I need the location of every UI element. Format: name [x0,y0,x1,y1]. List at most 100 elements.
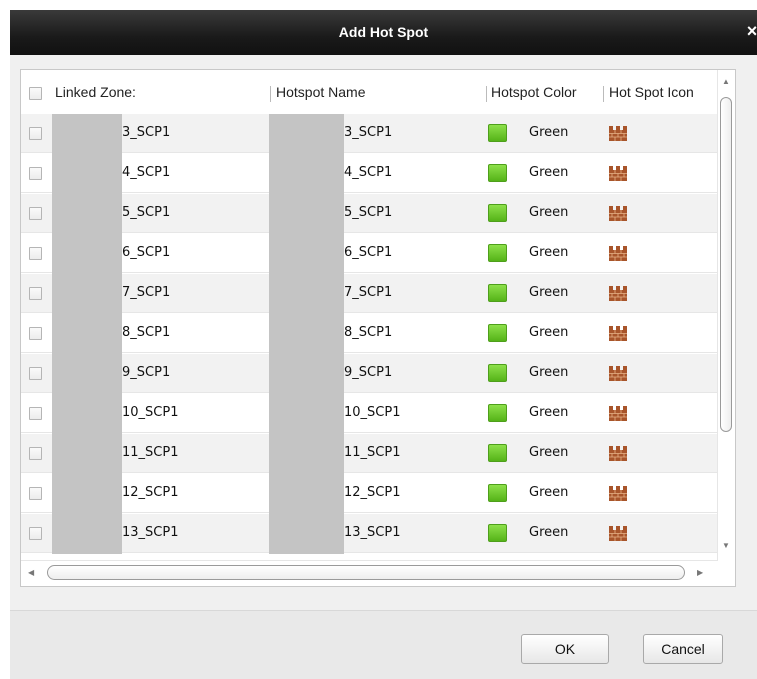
row-checkbox[interactable] [29,127,42,140]
brick-wall-icon[interactable] [609,286,627,301]
brick-wall-icon[interactable] [609,246,627,261]
redacted-zone-prefix [52,514,122,554]
row-checkbox[interactable] [29,247,42,260]
hotspot-name-cell: 12_SCP1 [344,485,401,500]
table-row[interactable]: 4_SCP1 4_SCP1 Green [21,154,727,194]
hotspot-color-cell: Green [529,365,569,380]
row-checkbox[interactable] [29,207,42,220]
table-row[interactable]: 11_SCP1 11_SCP1 Green [21,434,727,474]
green-swatch-icon[interactable] [488,124,507,142]
row-checkbox[interactable] [29,367,42,380]
vertical-scrollbar[interactable]: ▲ ▼ [717,70,735,560]
row-checkbox[interactable] [29,167,42,180]
table-row[interactable]: 6_SCP1 6_SCP1 Green [21,234,727,274]
green-swatch-icon[interactable] [488,324,507,342]
redacted-zone-prefix [52,154,122,194]
green-swatch-icon[interactable] [488,244,507,262]
table-row[interactable]: 8_SCP1 8_SCP1 Green [21,314,727,354]
table-row[interactable]: 7_SCP1 7_SCP1 Green [21,274,727,314]
green-swatch-icon[interactable] [488,284,507,302]
dialog-footer: OK Cancel [10,611,757,679]
horizontal-scroll-thumb[interactable] [47,565,685,580]
row-checkbox[interactable] [29,327,42,340]
redacted-name-prefix [269,474,344,514]
scroll-up-icon[interactable]: ▲ [722,78,730,86]
brick-wall-icon[interactable] [609,406,627,421]
redacted-name-prefix [269,514,344,554]
column-divider[interactable] [270,86,271,102]
table-row[interactable]: 9_SCP1 9_SCP1 Green [21,354,727,394]
linked-zone-cell: 11_SCP1 [122,445,179,460]
hotspot-table: Linked Zone: Hotspot Name Hotspot Color … [20,69,736,587]
column-header-hotspot-name[interactable]: Hotspot Name [276,70,365,114]
linked-zone-cell: 12_SCP1 [122,485,179,500]
brick-wall-icon[interactable] [609,166,627,181]
redacted-zone-prefix [52,434,122,474]
row-checkbox[interactable] [29,527,42,540]
select-all-checkbox[interactable] [29,87,42,100]
column-divider[interactable] [603,86,604,102]
green-swatch-icon[interactable] [488,404,507,422]
column-divider[interactable] [486,86,487,102]
redacted-name-prefix [269,154,344,194]
add-hot-spot-dialog: Add Hot Spot × Linked Zone: Hotspot Name… [10,10,757,679]
hotspot-name-cell: 8_SCP1 [344,325,393,340]
table-row[interactable]: 5_SCP1 5_SCP1 Green [21,194,727,234]
scroll-left-icon[interactable]: ◀ [28,569,34,577]
ok-button[interactable]: OK [521,634,609,664]
redacted-name-prefix [269,354,344,394]
hotspot-name-cell: 7_SCP1 [344,285,393,300]
hotspot-color-cell: Green [529,245,569,260]
redacted-name-prefix [269,434,344,474]
redacted-zone-prefix [52,234,122,274]
table-header: Linked Zone: Hotspot Name Hotspot Color … [21,70,727,115]
brick-wall-icon[interactable] [609,326,627,341]
row-checkbox[interactable] [29,407,42,420]
table-row[interactable]: 10_SCP1 10_SCP1 Green [21,394,727,434]
green-swatch-icon[interactable] [488,524,507,542]
green-swatch-icon[interactable] [488,204,507,222]
linked-zone-cell: 4_SCP1 [122,165,171,180]
hotspot-color-cell: Green [529,325,569,340]
row-checkbox[interactable] [29,447,42,460]
brick-wall-icon[interactable] [609,446,627,461]
row-checkbox[interactable] [29,487,42,500]
table-row[interactable]: 12_SCP1 12_SCP1 Green [21,474,727,514]
vertical-scroll-thumb[interactable] [720,97,732,432]
redacted-zone-prefix [52,114,122,154]
cancel-button[interactable]: Cancel [643,634,723,664]
redacted-zone-prefix [52,314,122,354]
linked-zone-cell: 6_SCP1 [122,245,171,260]
brick-wall-icon[interactable] [609,366,627,381]
table-row[interactable]: 13_SCP1 13_SCP1 Green [21,514,727,554]
redacted-zone-prefix [52,194,122,234]
column-header-hotspot-color[interactable]: Hotspot Color [491,70,577,114]
table-row[interactable]: 3_SCP1 3_SCP1 Green [21,114,727,154]
horizontal-scrollbar[interactable]: ◀ ▶ [21,560,718,586]
hotspot-color-cell: Green [529,445,569,460]
green-swatch-icon[interactable] [488,444,507,462]
column-header-linked-zone[interactable]: Linked Zone: [55,70,136,114]
linked-zone-cell: 8_SCP1 [122,325,171,340]
green-swatch-icon[interactable] [488,484,507,502]
column-header-hotspot-icon[interactable]: Hot Spot Icon [609,70,694,114]
linked-zone-cell: 5_SCP1 [122,205,171,220]
green-swatch-icon[interactable] [488,364,507,382]
linked-zone-cell: 13_SCP1 [122,525,179,540]
scroll-right-icon[interactable]: ▶ [697,569,703,577]
redacted-name-prefix [269,314,344,354]
brick-wall-icon[interactable] [609,206,627,221]
redacted-zone-prefix [52,394,122,434]
scroll-down-icon[interactable]: ▼ [722,542,730,550]
row-checkbox[interactable] [29,287,42,300]
brick-wall-icon[interactable] [609,486,627,501]
hotspot-color-cell: Green [529,285,569,300]
brick-wall-icon[interactable] [609,526,627,541]
redacted-zone-prefix [52,474,122,514]
hotspot-color-cell: Green [529,125,569,140]
redacted-name-prefix [269,114,344,154]
brick-wall-icon[interactable] [609,126,627,141]
linked-zone-cell: 9_SCP1 [122,365,171,380]
close-icon[interactable]: × [744,22,757,40]
green-swatch-icon[interactable] [488,164,507,182]
